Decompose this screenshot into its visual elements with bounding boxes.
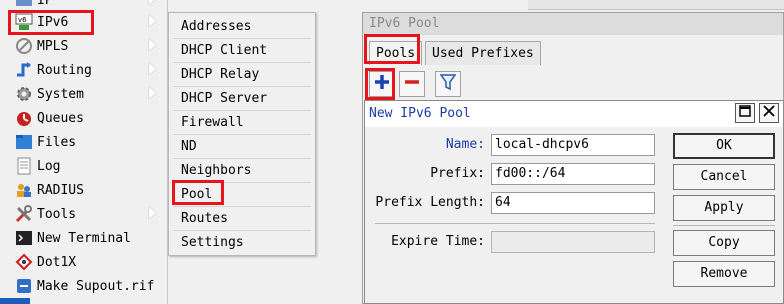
menu-item-label: MPLS	[37, 38, 69, 54]
menu-item-system[interactable]: System	[0, 82, 166, 106]
dot1x-icon	[13, 252, 35, 272]
queues-icon	[13, 108, 35, 128]
menu-item-partial	[0, 298, 30, 304]
menu-item-label: System	[37, 86, 84, 102]
dialog-title: New IPv6 Pool	[365, 101, 783, 127]
submenu-item-routes[interactable]: Routes	[181, 207, 228, 231]
log-icon	[13, 156, 35, 176]
tools-icon	[13, 204, 35, 224]
menu-item-make-supout[interactable]: Make Supout.rif	[0, 274, 166, 298]
radius-icon	[13, 180, 35, 200]
menu-item-new-terminal[interactable]: New Terminal	[0, 226, 166, 250]
name-field[interactable]: local-dhcpv6	[491, 134, 655, 156]
terminal-icon	[13, 228, 35, 248]
ip-icon	[13, 0, 35, 10]
submenu-arrow-icon	[149, 207, 156, 219]
remove-button[interactable]	[399, 71, 425, 97]
menu-item-queues[interactable]: Queues	[0, 106, 166, 130]
add-button-highlight-box	[365, 68, 395, 100]
submenu-item-dhcp-client[interactable]: DHCP Client	[181, 39, 267, 63]
menu-item-label: Tools	[37, 206, 77, 222]
menu-item-label: Files	[37, 134, 77, 150]
prefix-length-label: Prefix Length:	[375, 195, 485, 210]
filter-icon	[439, 73, 457, 95]
menu-item-files[interactable]: Files	[0, 130, 166, 154]
ok-button[interactable]: OK	[673, 133, 775, 159]
menu-item-routing[interactable]: Routing	[0, 58, 166, 82]
close-icon	[763, 105, 775, 121]
close-button[interactable]	[759, 103, 779, 123]
files-icon	[13, 132, 35, 152]
tab-used-prefixes[interactable]: Used Prefixes	[425, 41, 541, 65]
submenu-item-dhcp-relay[interactable]: DHCP Relay	[181, 63, 259, 87]
prefix-label: Prefix:	[430, 166, 485, 181]
submenu-arrow-icon	[149, 63, 156, 75]
menu-item-tools[interactable]: Tools	[0, 202, 166, 226]
expire-time-field	[491, 231, 655, 253]
mpls-icon	[13, 36, 35, 56]
menu-item-mpls[interactable]: MPLS	[0, 34, 166, 58]
expire-time-label: Expire Time:	[391, 234, 485, 249]
menu-item-label: IP	[37, 0, 53, 8]
submenu-item-addresses[interactable]: Addresses	[181, 15, 251, 39]
menu-item-label: Queues	[37, 110, 84, 126]
menu-item-label: Routing	[37, 62, 92, 78]
maximize-icon	[739, 105, 751, 121]
supout-icon	[13, 276, 35, 296]
new-ipv6-pool-dialog: New IPv6 Pool Name: local-dhcpv6 Prefix:…	[364, 100, 784, 304]
maximize-button[interactable]	[735, 103, 755, 123]
menu-item-label: Log	[37, 158, 61, 174]
submenu-arrow-icon	[149, 39, 156, 51]
system-gear-icon	[13, 84, 35, 104]
submenu-item-settings[interactable]: Settings	[181, 231, 244, 255]
submenu-arrow-icon	[149, 15, 156, 27]
submenu-item-firewall[interactable]: Firewall	[181, 111, 244, 135]
minus-icon	[404, 74, 420, 94]
menu-item-label: Make Supout.rif	[37, 278, 155, 294]
cancel-button[interactable]: Cancel	[673, 164, 775, 190]
menu-item-label: New Terminal	[37, 230, 131, 246]
pools-tab-highlight-box	[364, 34, 420, 64]
pool-window-title: IPv6 Pool	[363, 13, 783, 35]
filter-button[interactable]	[435, 71, 461, 97]
background-window-edge	[528, 0, 784, 10]
apply-button[interactable]: Apply	[673, 195, 775, 221]
form-divider	[375, 223, 655, 224]
menu-item-label: RADIUS	[37, 182, 84, 198]
menu-item-label: Dot1X	[37, 254, 77, 270]
routing-icon	[13, 60, 35, 80]
pool-highlight-box	[172, 180, 224, 205]
menu-item-log[interactable]: Log	[0, 154, 166, 178]
remove-dialog-button[interactable]: Remove	[673, 261, 775, 287]
copy-button[interactable]: Copy	[673, 230, 775, 256]
prefix-field[interactable]: fd00::/64	[491, 163, 655, 185]
button-divider	[673, 225, 775, 226]
ipv6-highlight-box	[8, 10, 94, 35]
prefix-length-field[interactable]: 64	[491, 192, 655, 214]
ipv6-submenu: Addresses DHCP Client DHCP Relay DHCP Se…	[168, 12, 316, 256]
submenu-item-nd[interactable]: ND	[181, 135, 197, 159]
submenu-item-dhcp-server[interactable]: DHCP Server	[181, 87, 267, 111]
submenu-arrow-icon	[149, 0, 156, 5]
submenu-arrow-icon	[149, 87, 156, 99]
name-label: Name:	[445, 137, 485, 152]
menu-item-dot1x[interactable]: Dot1X	[0, 250, 166, 274]
menu-item-radius[interactable]: RADIUS	[0, 178, 166, 202]
main-menu: IP v6 IPv6 MPLS Routing System Queues Fi…	[0, 0, 168, 304]
